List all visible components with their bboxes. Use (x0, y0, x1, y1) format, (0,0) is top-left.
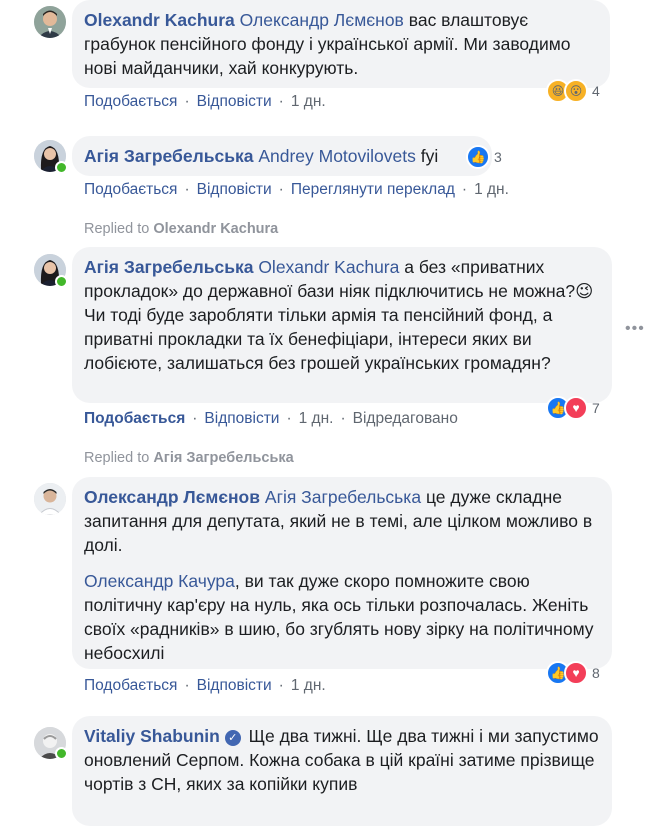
comment-bubble: Vitaliy Shabunin ✓ Ще два тижні. Ще два … (72, 716, 612, 826)
comment-mention[interactable]: Andrey Motovilovets (258, 146, 416, 166)
like-link[interactable]: Подобається (84, 410, 185, 428)
comment-bubble: Агія Загребельська Olexandr Kachura а бе… (72, 247, 612, 403)
separator: · (192, 410, 198, 427)
timestamp[interactable]: 1 дн. (474, 181, 509, 199)
reaction-count: 3 (494, 149, 502, 165)
replied-prefix: Replied to (84, 221, 150, 237)
reaction-count: 4 (592, 83, 600, 99)
reply-link[interactable]: Відповісти (197, 93, 272, 111)
reply-link[interactable]: Відповісти (204, 410, 279, 428)
comment-author[interactable]: Агія Загребельська (84, 146, 253, 166)
love-icon: ♥ (564, 396, 588, 420)
like-link[interactable]: Подобається (84, 181, 177, 199)
avatar[interactable] (34, 483, 66, 515)
like-link[interactable]: Подобається (84, 93, 177, 111)
comment-mention[interactable]: Олександр Качура (84, 571, 235, 591)
reaction-count: 8 (592, 665, 600, 681)
reply-link[interactable]: Відповісти (197, 181, 272, 199)
separator: · (340, 410, 346, 427)
separator: · (461, 181, 468, 198)
reaction-count: 7 (592, 400, 600, 416)
separator: · (184, 181, 190, 198)
comment-actions: Подобається · Відповісти · 1 дн. (84, 93, 326, 111)
wink-emoji-icon: 😉 (575, 281, 594, 301)
timestamp[interactable]: 1 дн. (291, 677, 326, 695)
comment-text-continued: Чи тоді буде заробляти тільки армія та п… (84, 305, 553, 373)
comment-paragraph: Олександр Качура, ви так дуже скоро помн… (84, 569, 600, 665)
comment-bubble: Агія Загребельська Andrey Motovilovets f… (72, 136, 492, 176)
timestamp[interactable]: 1 дн. (299, 410, 334, 428)
replied-to-label[interactable]: Replied to Olexandr Kachura (84, 221, 278, 237)
comment-mention[interactable]: Olexandr Kachura (258, 257, 399, 277)
see-translation-link[interactable]: Переглянути переклад (291, 181, 455, 199)
comment-bubble: Olexandr Kachura Олександр Лємєнов вас в… (72, 0, 610, 88)
replied-prefix: Replied to (84, 450, 150, 466)
like-icon: 👍 (466, 145, 490, 169)
comment-text: fyi (420, 146, 439, 166)
separator: · (184, 93, 190, 110)
replied-to-label[interactable]: Replied to Агія Загребельська (84, 450, 294, 466)
separator: · (278, 93, 284, 110)
replied-to-name[interactable]: Olexandr Kachura (153, 221, 278, 237)
reactions-summary[interactable]: 👍 ♥ 7 (546, 396, 600, 420)
replied-to-name[interactable]: Агія Загребельська (153, 450, 293, 466)
comment-mention[interactable]: Агія Загребельська (265, 487, 421, 507)
timestamp[interactable]: 1 дн. (291, 93, 326, 111)
reactions-summary[interactable]: 👍 ♥ 8 (546, 661, 600, 685)
reactions-summary[interactable]: 😆 😮 4 (546, 79, 600, 103)
separator: · (278, 181, 284, 198)
avatar[interactable] (34, 6, 66, 38)
edited-label[interactable]: Відредаговано (353, 410, 458, 428)
separator: · (286, 410, 292, 427)
comment-mention[interactable]: Олександр Лємєнов (240, 10, 404, 30)
separator: · (278, 677, 284, 694)
reactions-summary[interactable]: 👍 3 (466, 145, 502, 169)
comment-author[interactable]: Олександр Лємєнов (84, 487, 260, 507)
comment-actions: Подобається · Відповісти · 1 дн. (84, 677, 326, 695)
love-icon: ♥ (564, 661, 588, 685)
comment-actions: Подобається · Відповісти · Переглянути п… (84, 181, 509, 199)
online-status-icon (55, 747, 68, 760)
like-link[interactable]: Подобається (84, 677, 177, 695)
comment-author[interactable]: Olexandr Kachura (84, 10, 235, 30)
comment-bubble: Олександр Лємєнов Агія Загребельська це … (72, 477, 612, 669)
separator: · (184, 677, 190, 694)
comment-actions: Подобається · Відповісти · 1 дн. · Відре… (84, 410, 458, 428)
more-options-icon[interactable]: ••• (625, 320, 645, 338)
comment-author[interactable]: Vitaliy Shabunin (84, 726, 220, 746)
comment-author[interactable]: Агія Загребельська (84, 257, 253, 277)
online-status-icon (55, 275, 68, 288)
verified-icon: ✓ (224, 730, 241, 746)
reply-link[interactable]: Відповісти (197, 677, 272, 695)
wow-icon: 😮 (564, 79, 588, 103)
online-status-icon (55, 161, 68, 174)
